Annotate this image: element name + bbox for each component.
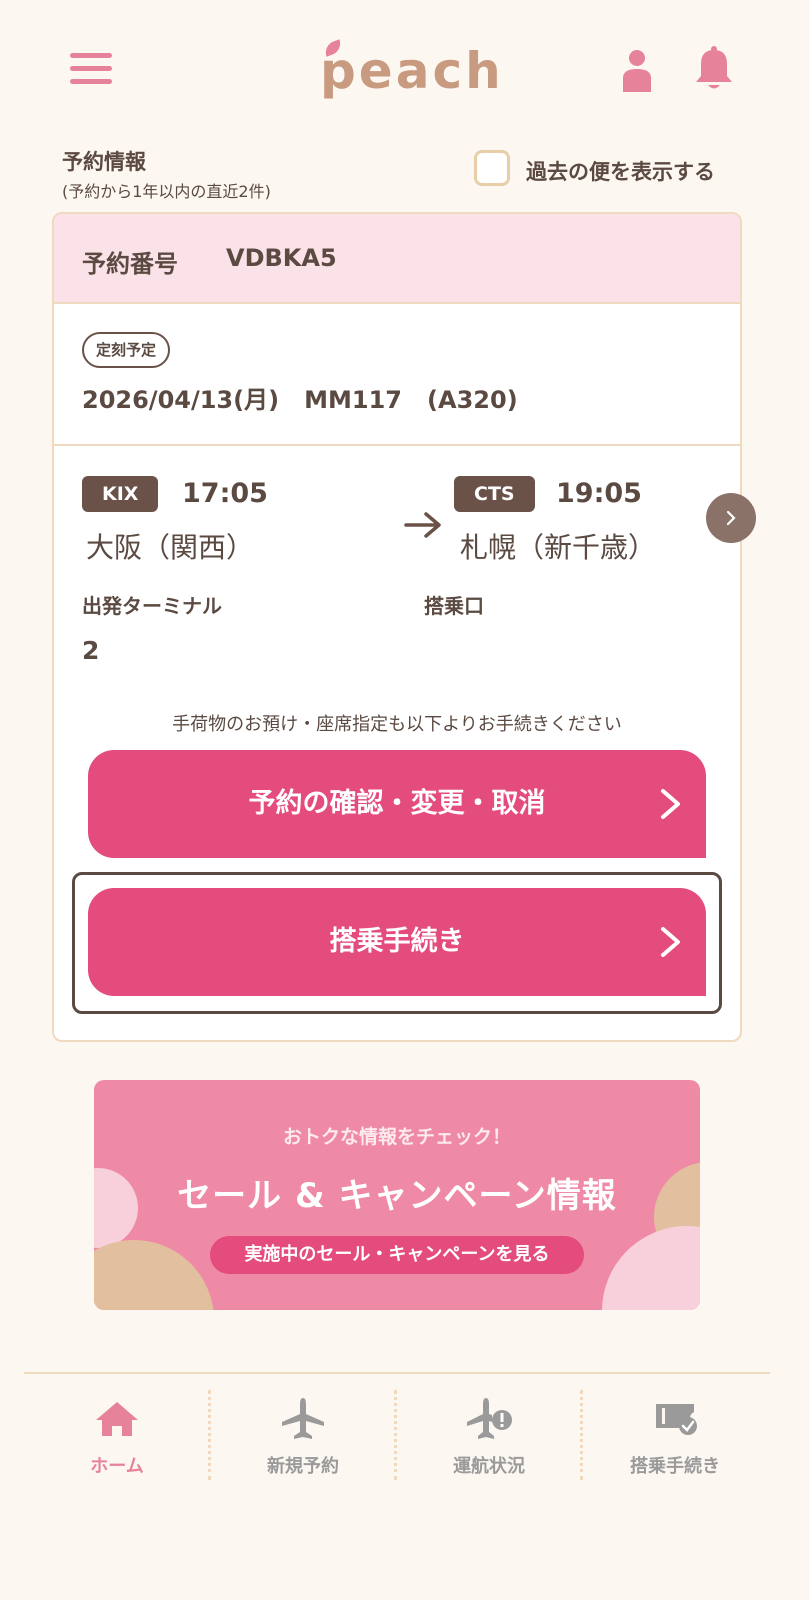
chevron-right-icon: [661, 927, 680, 957]
bell-icon[interactable]: [694, 46, 734, 92]
gate-label: 搭乗口: [424, 594, 484, 618]
banner-decor-circle: [602, 1226, 700, 1310]
chevron-right-icon: [661, 789, 680, 819]
manage-booking-label: 予約の確認・変更・取消: [248, 788, 546, 819]
arrow-right-icon: [404, 512, 441, 538]
booking-ref-label: 予約番号: [82, 250, 178, 278]
destination-code-badge: CTS: [454, 476, 535, 512]
show-past-checkbox[interactable]: [474, 150, 510, 186]
home-icon: [96, 1402, 138, 1436]
procedure-note: 手荷物のお預け・座席指定も以下よりお手続きください: [172, 714, 622, 735]
next-booking-arrow-icon[interactable]: [706, 493, 756, 543]
bottom-nav: ホーム 新規予約 運航状況 搭乗手続き: [24, 1372, 770, 1492]
nav-flight-status-label: 運航状況: [453, 1456, 525, 1477]
nav-flight-status[interactable]: 運航状況: [396, 1374, 582, 1494]
boarding-pass-icon: [656, 1404, 697, 1435]
terminal-value: 2: [82, 636, 100, 665]
nav-new-booking-label: 新規予約: [267, 1456, 339, 1477]
sale-campaign-banner[interactable]: おトクな情報をチェック！ セール & キャンペーン情報 実施中のセール・キャンペ…: [94, 1080, 700, 1310]
destination-city: 札幌（新千歳）: [460, 531, 657, 564]
status-badge: 定刻予定: [82, 332, 171, 368]
flight-status-icon: [467, 1398, 512, 1439]
manage-booking-button[interactable]: 予約の確認・変更・取消: [88, 750, 706, 858]
origin-code-badge: KIX: [82, 476, 159, 512]
nav-checkin[interactable]: 搭乗手続き: [582, 1374, 768, 1494]
reservations-subtitle: (予約から1年以内の直近2件): [62, 182, 271, 201]
show-past-flights-toggle[interactable]: 過去の便を表示する: [474, 150, 744, 190]
arrival-time: 19:05: [556, 478, 642, 509]
nav-new-booking[interactable]: 新規予約: [210, 1374, 396, 1494]
peach-logo[interactable]: peach: [320, 36, 501, 100]
airplane-icon: [282, 1398, 324, 1439]
logo-text: peach: [320, 42, 504, 100]
reservations-title: 予約情報: [62, 150, 146, 174]
banner-decor-circle: [94, 1240, 214, 1310]
show-past-label: 過去の便を表示する: [526, 160, 715, 184]
booking-card-header: 予約番号 VDBKA5: [54, 214, 740, 304]
departure-time: 17:05: [182, 478, 268, 509]
flight-info: 2026/04/13(月) MM117 (A320): [82, 386, 518, 414]
user-icon[interactable]: [618, 48, 656, 92]
banner-cta[interactable]: 実施中のセール・キャンペーンを見る: [210, 1236, 584, 1274]
app-header: peach: [24, 0, 770, 130]
nav-home[interactable]: ホーム: [24, 1374, 210, 1494]
checkin-label: 搭乗手続き: [329, 926, 465, 957]
nav-checkin-label: 搭乗手続き: [630, 1456, 720, 1477]
booking-ref-value: VDBKA5: [226, 244, 337, 272]
card-divider: [54, 444, 740, 446]
banner-subtitle: おトクな情報をチェック！: [282, 1126, 511, 1148]
origin-city: 大阪（関西）: [86, 531, 255, 564]
nav-home-label: ホーム: [90, 1456, 144, 1477]
banner-title: セール & キャンペーン情報: [177, 1176, 617, 1216]
checkin-button[interactable]: 搭乗手続き: [88, 888, 706, 996]
booking-card: 予約番号 VDBKA5 定刻予定 2026/04/13(月) MM117 (A3…: [52, 212, 742, 1042]
terminal-label: 出発ターミナル: [82, 594, 222, 618]
hamburger-menu-icon[interactable]: [70, 50, 114, 88]
app-screen: peach 予約情報 (予約から1年以内の直近2件) 過去の便を表示する 予約番…: [24, 0, 770, 1600]
